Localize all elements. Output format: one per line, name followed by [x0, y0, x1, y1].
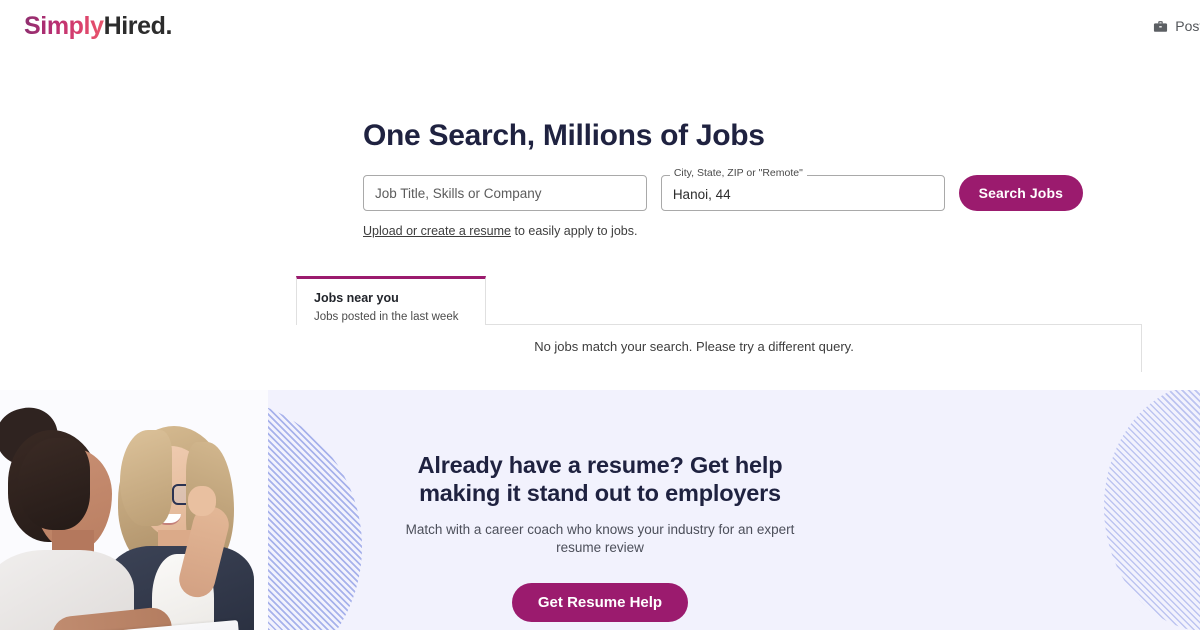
resume-help-banner: Already have a resume? Get help making i…: [0, 390, 1200, 630]
get-resume-help-button[interactable]: Get Resume Help: [511, 583, 689, 623]
upload-resume-link[interactable]: Upload or create a resume: [363, 224, 511, 238]
hero-section: One Search, Millions of Jobs City, State…: [0, 0, 1200, 390]
resume-banner-heading-line2: making it stand out to employers: [419, 479, 781, 506]
simplyhired-landing-page: SimplyHired. Post Jo One Search, Million…: [0, 0, 1200, 630]
upload-resume-suffix: to easily apply to jobs.: [511, 224, 638, 238]
job-search-form: City, State, ZIP or "Remote" Search Jobs: [363, 168, 1083, 211]
briefcase-icon: [1153, 19, 1168, 34]
resume-banner-heading-line1: Already have a resume? Get help: [417, 452, 783, 478]
site-header: SimplyHired. Post Jo: [0, 0, 1200, 52]
search-input-what[interactable]: [363, 175, 647, 211]
resume-banner-heading: Already have a resume? Get help making i…: [0, 452, 1200, 507]
results-panel: No jobs match your search. Please try a …: [296, 324, 1142, 372]
post-job-label: Post Jo: [1175, 18, 1200, 34]
resume-banner-subtitle-line2: resume review: [556, 540, 644, 556]
simplyhired-logo[interactable]: SimplyHired.: [24, 11, 173, 40]
resume-banner-subtitle-line1: Match with a career coach who knows your…: [405, 522, 795, 538]
resume-banner-subtitle: Match with a career coach who knows your…: [0, 521, 1200, 557]
search-input-where[interactable]: [660, 175, 945, 211]
upload-resume-text: Upload or create a resume to easily appl…: [363, 224, 1083, 238]
logo-text-hired: Hired.: [103, 11, 173, 40]
tab-panel-mask: [297, 324, 485, 326]
tab-jobs-near-you-subtitle: Jobs posted in the last week: [314, 310, 459, 323]
results-tabs: Jobs near you Jobs posted in the last we…: [296, 276, 1142, 372]
tab-jobs-near-you-title: Jobs near you: [314, 291, 399, 305]
logo-text-simply: Simply: [24, 11, 104, 40]
resume-banner-content: Already have a resume? Get help making i…: [0, 390, 1200, 630]
post-job-link[interactable]: Post Jo: [1153, 18, 1200, 34]
empty-results-message: No jobs match your search. Please try a …: [534, 339, 854, 354]
what-field-wrapper: [363, 175, 647, 211]
page-title: One Search, Millions of Jobs: [363, 119, 765, 152]
where-field-wrapper: City, State, ZIP or "Remote": [660, 168, 945, 211]
search-jobs-button[interactable]: Search Jobs: [958, 175, 1083, 211]
hero-content: One Search, Millions of Jobs City, State…: [363, 118, 1083, 238]
